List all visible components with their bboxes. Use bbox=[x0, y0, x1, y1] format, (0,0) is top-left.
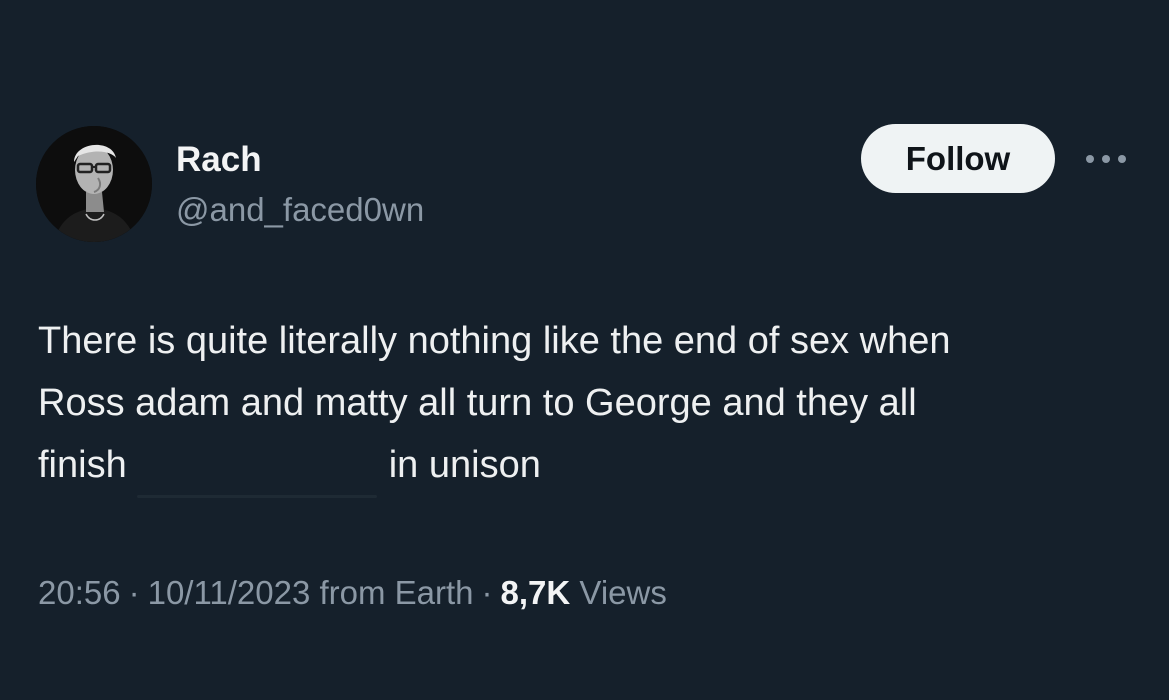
avatar-image bbox=[36, 126, 152, 242]
redacted-text bbox=[126, 446, 389, 498]
tweet-date[interactable]: 10/11/2023 bbox=[148, 574, 311, 611]
tweet-text: There is quite literally nothing like th… bbox=[38, 310, 1148, 498]
meta-separator: · bbox=[481, 574, 493, 611]
avatar[interactable] bbox=[36, 126, 152, 242]
tweet-line-1: There is quite literally nothing like th… bbox=[38, 320, 951, 362]
tweet-source: from Earth bbox=[319, 574, 474, 611]
tweet-card: Rach @and_faced0wn Follow There is quite… bbox=[0, 0, 1169, 700]
tweet-line-3-start: finish bbox=[38, 444, 127, 486]
views-label[interactable]: Views bbox=[579, 574, 666, 611]
more-options-icon[interactable] bbox=[1081, 144, 1131, 174]
author-handle[interactable]: @and_faced0wn bbox=[176, 191, 424, 229]
tweet-line-2: Ross adam and matty all turn to George a… bbox=[38, 382, 917, 424]
follow-button[interactable]: Follow bbox=[861, 124, 1055, 193]
tweet-line-3: finish in unison bbox=[38, 434, 1148, 498]
tweet-time[interactable]: 20:56 bbox=[38, 574, 121, 611]
tweet-metadata: 20:56 · 10/11/2023 from Earth · 8,7K Views bbox=[38, 574, 667, 612]
views-count[interactable]: 8,7K bbox=[501, 574, 571, 611]
meta-separator: · bbox=[128, 574, 140, 611]
author-name[interactable]: Rach bbox=[176, 140, 262, 180]
tweet-line-3-end: in unison bbox=[388, 444, 541, 486]
